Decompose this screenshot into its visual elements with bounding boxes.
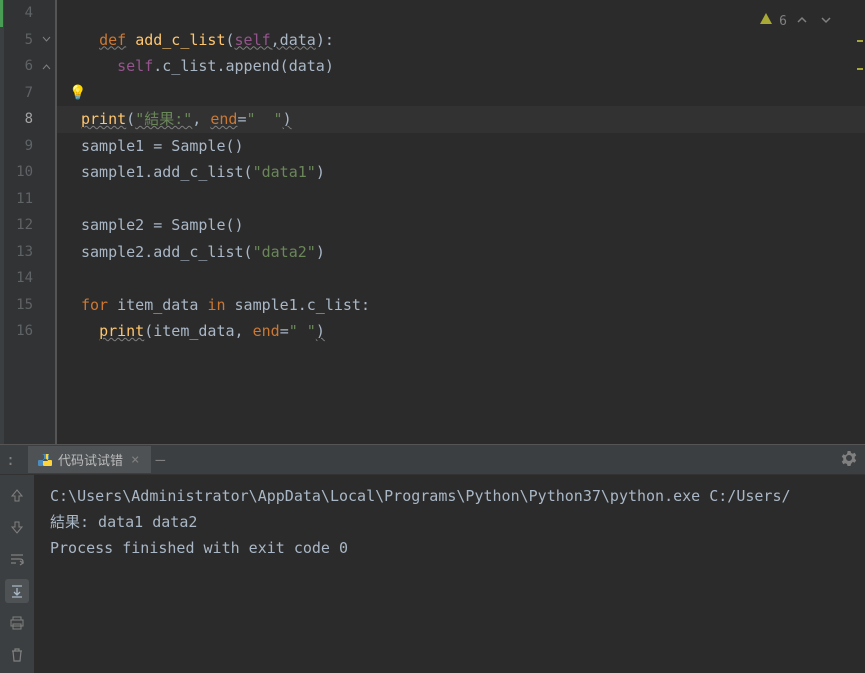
console-output[interactable]: C:\Users\Administrator\AppData\Local\Pro… <box>34 475 865 673</box>
code-line-16[interactable]: print(item_data, end=" ") <box>81 318 865 345</box>
error-stripe[interactable] <box>855 0 865 444</box>
function-name: add_c_list <box>135 31 225 49</box>
self-ref: self <box>117 57 153 75</box>
line-number[interactable]: 12 <box>0 212 55 239</box>
line-number[interactable]: 8 <box>0 106 55 133</box>
minimize-icon[interactable]: — <box>151 450 169 469</box>
code-line-12[interactable]: sample2 = Sample() <box>81 212 865 239</box>
run-tab[interactable]: 代码试试错 × <box>28 446 151 473</box>
inspection-summary[interactable]: 6 <box>759 12 835 30</box>
line-number[interactable]: 5 <box>0 27 55 54</box>
chevron-up-icon[interactable] <box>793 14 811 29</box>
run-sidebar <box>0 475 34 673</box>
line-number[interactable]: 10 <box>0 159 55 186</box>
code-editor-area: 4 5 6 7 8 9 10 11 12 13 14 15 16 def add… <box>0 0 865 444</box>
trash-icon[interactable] <box>5 643 29 667</box>
code-line-14[interactable] <box>81 265 865 292</box>
line-number[interactable]: 11 <box>0 186 55 213</box>
code-content[interactable]: def add_c_list(self,data): self.c_list.a… <box>56 0 865 444</box>
lightbulb-icon[interactable]: 💡 <box>69 80 86 107</box>
warning-marker[interactable] <box>857 68 863 70</box>
keyword-for: for <box>81 296 108 314</box>
keyword-def: def <box>99 31 126 49</box>
print-call: print <box>81 110 126 128</box>
run-tool-window: : 代码试试错 × — <box>0 444 865 673</box>
kwarg-end: end <box>210 110 237 128</box>
code-line-13[interactable]: sample2.add_c_list("data2") <box>81 239 865 266</box>
code-line-4[interactable] <box>81 0 865 27</box>
output-line: Process finished with exit code 0 <box>50 539 348 557</box>
line-number[interactable]: 15 <box>0 292 55 319</box>
panel-handle[interactable]: : <box>6 451 15 469</box>
code-line-7[interactable]: 💡 <box>81 80 865 107</box>
scroll-to-end-icon[interactable] <box>5 579 29 603</box>
arrow-up-icon[interactable] <box>5 483 29 507</box>
code-line-11[interactable] <box>81 186 865 213</box>
line-number[interactable]: 13 <box>0 239 55 266</box>
close-icon[interactable]: × <box>129 452 141 468</box>
code-line-9[interactable]: sample1 = Sample() <box>81 133 865 160</box>
line-number[interactable]: 16 <box>0 318 55 345</box>
gear-icon[interactable] <box>841 450 857 470</box>
gutter: 4 5 6 7 8 9 10 11 12 13 14 15 16 <box>0 0 56 444</box>
line-num[interactable]: 14 <box>0 265 55 292</box>
self-param: self <box>235 31 271 49</box>
warning-count: 6 <box>779 14 787 29</box>
line-number[interactable]: 4 <box>0 0 55 27</box>
print-icon[interactable] <box>5 611 29 635</box>
code-line-8[interactable]: print("結果:", end=" ") <box>57 106 865 133</box>
string-literal: "data1" <box>253 163 316 181</box>
vcs-change-marker <box>0 0 3 27</box>
arrow-down-icon[interactable] <box>5 515 29 539</box>
run-body: C:\Users\Administrator\AppData\Local\Pro… <box>0 475 865 673</box>
run-tab-title: 代码试试错 <box>58 450 123 469</box>
fold-end-icon[interactable] <box>41 61 51 71</box>
output-line: C:\Users\Administrator\AppData\Local\Pro… <box>50 487 791 505</box>
line-number[interactable]: 7 <box>0 80 55 107</box>
string-literal: "結果:" <box>135 110 192 128</box>
code-line-10[interactable]: sample1.add_c_list("data1") <box>81 159 865 186</box>
code-line-6[interactable]: self.c_list.append(data) <box>81 53 865 80</box>
print-call: print <box>99 322 144 340</box>
run-toolbar: : 代码试试错 × — <box>0 445 865 475</box>
keyword-in: in <box>207 296 225 314</box>
warning-triangle-icon <box>759 12 773 30</box>
chevron-down-icon[interactable] <box>817 14 835 29</box>
python-icon <box>38 453 52 467</box>
fold-toggle-icon[interactable] <box>41 35 51 45</box>
line-number[interactable]: 9 <box>0 133 55 160</box>
string-literal: "data2" <box>253 243 316 261</box>
code-line-5[interactable]: def add_c_list(self,data): <box>81 27 865 54</box>
output-line: 結果: data1 data2 <box>50 513 197 531</box>
line-number[interactable]: 6 <box>0 53 55 80</box>
soft-wrap-icon[interactable] <box>5 547 29 571</box>
warning-marker[interactable] <box>857 40 863 42</box>
code-line-15[interactable]: for item_data in sample1.c_list: <box>81 292 865 319</box>
